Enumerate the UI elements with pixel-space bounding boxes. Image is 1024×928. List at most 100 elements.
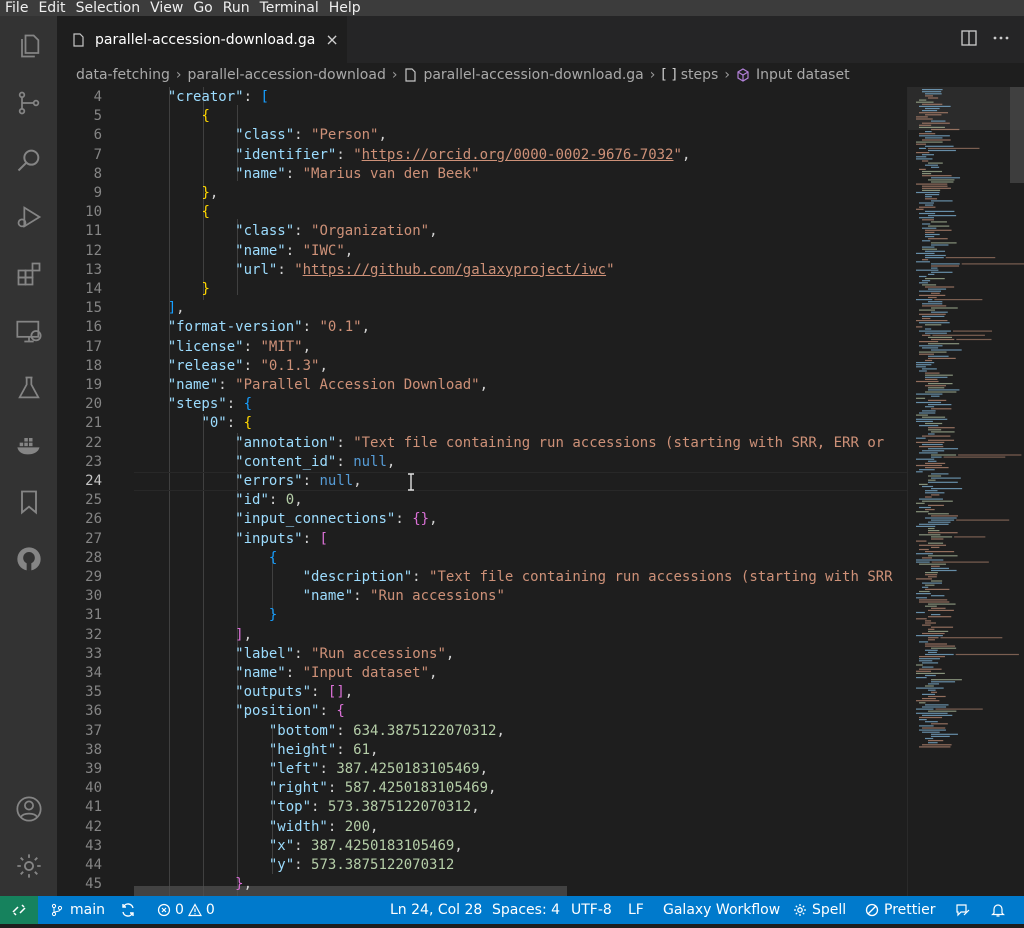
code-line[interactable]: 39 "left": 387.4250183105469, <box>57 760 907 779</box>
code-line[interactable]: 21 "0": { <box>57 414 907 433</box>
code-line[interactable]: 32 ], <box>57 626 907 645</box>
language-mode[interactable]: Galaxy Workflow <box>663 896 780 924</box>
code-text: "position": { <box>235 703 345 720</box>
menu-item-help[interactable]: Help <box>324 0 366 16</box>
code-line[interactable]: 18 "release": "0.1.3", <box>57 357 907 376</box>
vertical-scrollbar[interactable] <box>1010 87 1024 183</box>
close-tab-icon[interactable]: × <box>325 30 338 49</box>
code-line[interactable]: 9 }, <box>57 184 907 203</box>
code-line[interactable]: 7 "identifier": "https://orcid.org/0000-… <box>57 146 907 165</box>
manage-gear-icon[interactable] <box>0 841 57 891</box>
code-line[interactable]: 16 "format-version": "0.1", <box>57 318 907 337</box>
code-line[interactable]: 44 "y": 573.3875122070312 <box>57 856 907 875</box>
sync-button[interactable] <box>120 896 136 924</box>
eol-indicator[interactable]: LF <box>628 896 644 924</box>
branch-indicator[interactable]: main <box>50 896 105 924</box>
code-text: } <box>268 607 278 624</box>
code-line[interactable]: 35 "outputs": [], <box>57 683 907 702</box>
more-actions-icon[interactable] <box>992 29 1010 47</box>
source-control-icon[interactable] <box>0 78 57 128</box>
problems-indicator[interactable]: 0 0 <box>157 896 215 924</box>
breadcrumb-folder[interactable]: data-fetching <box>76 67 170 83</box>
code-line[interactable]: 11 "class": "Organization", <box>57 222 907 241</box>
breadcrumb-subfolder[interactable]: parallel-accession-download <box>187 67 385 83</box>
line-number: 32 <box>85 626 102 643</box>
code-text: "name": "IWC", <box>235 242 354 259</box>
line-number: 13 <box>85 261 102 278</box>
code-line[interactable]: 22 "annotation": "Text file containing r… <box>57 434 907 453</box>
code-line[interactable]: 36 "position": { <box>57 702 907 721</box>
prettier-indicator[interactable]: Prettier <box>865 896 936 924</box>
code-editor[interactable]: 4 "creator": [5 {6 "class": "Person", 7 "… <box>57 87 907 896</box>
code-line[interactable]: 43 "x": 387.4250183105469, <box>57 837 907 856</box>
code-text: "id": 0, <box>235 492 303 509</box>
code-line[interactable]: 19 "name": "Parallel Accession Download"… <box>57 376 907 395</box>
breadcrumb-steps[interactable]: steps <box>681 67 719 83</box>
remote-explorer-icon[interactable] <box>0 306 57 356</box>
tab-parallel-accession-download[interactable]: parallel-accession-download.ga × <box>57 16 347 63</box>
code-line[interactable]: 41 "top": 573.3875122070312, <box>57 798 907 817</box>
code-line[interactable]: 13 "url": "https://github.com/galaxyproj… <box>57 261 907 280</box>
code-line[interactable]: 24 "errors": null, <box>57 472 907 491</box>
code-line[interactable]: 30 "name": "Run accessions" <box>57 587 907 606</box>
search-icon[interactable] <box>0 135 57 185</box>
code-line[interactable]: 37 "bottom": 634.3875122070312, <box>57 722 907 741</box>
code-line[interactable]: 34 "name": "Input dataset", <box>57 664 907 683</box>
notifications-button[interactable] <box>990 896 1006 924</box>
split-editor-icon[interactable] <box>960 29 978 47</box>
breadcrumb-file[interactable]: parallel-accession-download.ga <box>423 67 643 83</box>
docker-icon[interactable] <box>0 420 57 470</box>
code-line[interactable]: 25 "id": 0, <box>57 491 907 510</box>
code-line[interactable]: 15 ], <box>57 299 907 318</box>
feedback-button[interactable] <box>955 896 971 924</box>
line-number: 33 <box>85 645 102 662</box>
menu-item-selection[interactable]: Selection <box>71 0 146 16</box>
code-line[interactable]: 33 "label": "Run accessions", <box>57 645 907 664</box>
menu-item-view[interactable]: View <box>145 0 188 16</box>
status-bar: main 0 0 Ln 24, Col 28 Spaces: 4 UTF-8 L… <box>0 896 1024 924</box>
code-line[interactable]: 12 "name": "IWC", <box>57 242 907 261</box>
minimap[interactable] <box>907 87 1024 896</box>
code-line[interactable]: 40 "right": 587.4250183105469, <box>57 779 907 798</box>
code-line[interactable]: 29 "description": "Text file containing … <box>57 568 907 587</box>
code-text: "description": "Text file containing run… <box>302 569 893 585</box>
menu-item-go[interactable]: Go <box>188 0 217 16</box>
bookmarks-icon[interactable] <box>0 477 57 527</box>
code-line[interactable]: 23 "content_id": null, <box>57 453 907 472</box>
code-line[interactable]: 5 { <box>57 107 907 126</box>
encoding-indicator[interactable]: UTF-8 <box>571 896 612 924</box>
accounts-icon[interactable] <box>0 784 57 834</box>
extensions-icon[interactable] <box>0 249 57 299</box>
code-line[interactable]: 6 "class": "Person", <box>57 126 907 145</box>
code-line[interactable]: 10 { <box>57 203 907 222</box>
indentation-indicator[interactable]: Spaces: 4 <box>492 896 560 924</box>
code-line[interactable]: 8 "name": "Marius van den Beek" <box>57 165 907 184</box>
run-debug-icon[interactable] <box>0 192 57 242</box>
spell-indicator[interactable]: Spell <box>793 896 846 924</box>
line-number: 35 <box>85 684 102 701</box>
github-icon[interactable] <box>0 534 57 584</box>
code-line[interactable]: 31 } <box>57 606 907 625</box>
code-line[interactable]: 28 { <box>57 549 907 568</box>
code-line[interactable]: 42 "width": 200, <box>57 818 907 837</box>
code-line[interactable]: 14 } <box>57 280 907 299</box>
menu-item-file[interactable]: File <box>0 0 33 16</box>
code-line[interactable]: 4 "creator": [ <box>57 88 907 107</box>
breadcrumb: data-fetching › parallel-accession-downl… <box>57 63 1024 87</box>
tab-label: parallel-accession-download.ga <box>95 31 316 48</box>
menu-item-terminal[interactable]: Terminal <box>255 0 324 16</box>
line-number: 40 <box>85 780 102 797</box>
menu-item-edit[interactable]: Edit <box>33 0 70 16</box>
code-line[interactable]: 45 }, <box>57 875 907 894</box>
testing-icon[interactable] <box>0 363 57 413</box>
code-line[interactable]: 26 "input_connections": {}, <box>57 510 907 529</box>
code-line[interactable]: 27 "inputs": [ <box>57 530 907 549</box>
breadcrumb-input-dataset[interactable]: Input dataset <box>756 67 850 83</box>
menu-item-run[interactable]: Run <box>218 0 255 16</box>
remote-indicator[interactable] <box>0 896 38 924</box>
code-line[interactable]: 17 "license": "MIT", <box>57 338 907 357</box>
cursor-position[interactable]: Ln 24, Col 28 <box>390 896 482 924</box>
explorer-icon[interactable] <box>0 21 57 71</box>
code-line[interactable]: 20 "steps": { <box>57 395 907 414</box>
code-line[interactable]: 38 "height": 61, <box>57 741 907 760</box>
